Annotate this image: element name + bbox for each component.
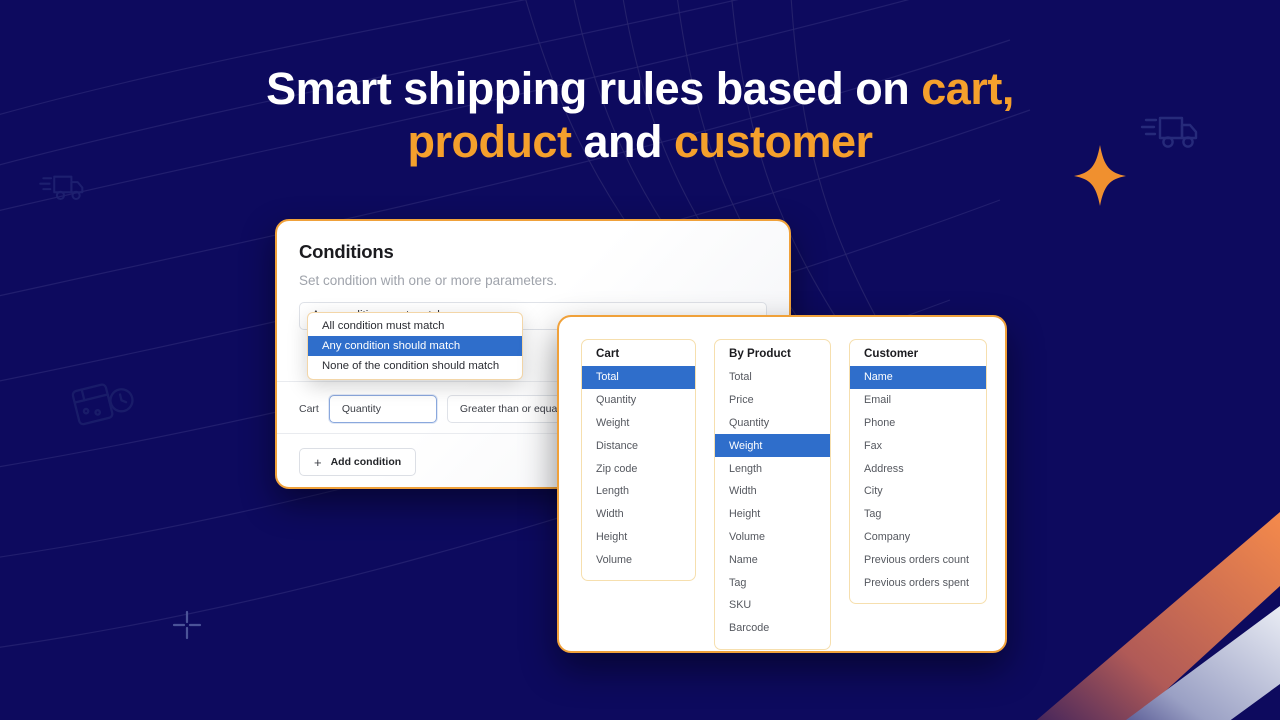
conditions-subtitle: Set condition with one or more parameter… <box>299 273 558 288</box>
parameter-item-9[interactable]: Previous orders spent <box>850 571 986 594</box>
diagonal-stripes <box>1036 512 1280 720</box>
parameter-item-5[interactable]: Width <box>715 480 830 503</box>
parameter-item-2[interactable]: Weight <box>582 412 695 435</box>
headline-accent-cart: cart, <box>921 63 1014 114</box>
package-box-icon <box>71 383 134 426</box>
plus-icon: + <box>314 454 322 470</box>
parameter-item-9[interactable]: Tag <box>715 571 830 594</box>
parameter-item-7[interactable]: Company <box>850 526 986 549</box>
headline-accent-customer: customer <box>673 116 873 168</box>
parameter-item-1[interactable]: Price <box>715 389 830 412</box>
parameter-item-0[interactable]: Total <box>715 366 830 389</box>
parameter-item-2[interactable]: Phone <box>850 412 986 435</box>
parameter-item-10[interactable]: SKU <box>715 594 830 617</box>
parameter-item-3[interactable]: Distance <box>582 434 695 457</box>
parameter-item-5[interactable]: City <box>850 480 986 503</box>
rule-scope-label: Cart <box>299 403 319 415</box>
parameter-column-title: Cart <box>596 347 620 360</box>
rule-parameter-input[interactable]: Quantity <box>328 395 437 423</box>
parameter-item-0[interactable]: Total <box>582 366 695 389</box>
parameter-item-7[interactable]: Volume <box>715 526 830 549</box>
headline-line-1: Smart shipping rules based on cart, <box>266 63 1014 114</box>
parameter-item-11[interactable]: Barcode <box>715 617 830 640</box>
conditions-title: Conditions <box>299 241 394 262</box>
match-option-1[interactable]: Any condition should match <box>308 336 522 356</box>
condition-rule-row: Cart Quantity Greater than or equals <box>299 395 597 423</box>
parameter-item-3[interactable]: Weight <box>715 434 830 458</box>
parameter-item-6[interactable]: Height <box>715 503 830 526</box>
headline-accent-product: product <box>407 116 572 168</box>
plus-marker-icon <box>172 610 202 640</box>
parameter-item-2[interactable]: Quantity <box>715 412 830 435</box>
parameter-item-4[interactable]: Length <box>715 457 830 480</box>
parameter-column-cart: Cart Total Quantity Weight Distance Zip code L… <box>581 339 696 582</box>
parameter-column-customer: Customer Name Email Phone Fax Address City Tag C… <box>849 339 987 604</box>
match-option-0[interactable]: All condition must match <box>308 316 522 336</box>
parameters-panel: Cart Total Quantity Weight Distance Zip code L… <box>557 315 1007 653</box>
headline-line-2: product and customer <box>407 116 873 168</box>
parameter-item-4[interactable]: Address <box>850 457 986 480</box>
add-condition-label: Add condition <box>330 456 402 468</box>
parameter-item-8[interactable]: Name <box>715 548 830 571</box>
parameter-column-by-product: By Product Total Price Quantity Weight Length… <box>714 339 831 650</box>
parameter-item-3[interactable]: Fax <box>850 434 986 457</box>
parameter-column-title: By Product <box>729 347 791 360</box>
page-headline: Smart shipping rules based on cart, prod… <box>0 62 1280 168</box>
parameter-item-0[interactable]: Name <box>850 366 986 389</box>
headline-plain-1: Smart shipping rules based on <box>266 63 922 114</box>
parameter-item-1[interactable]: Email <box>850 389 986 412</box>
parameter-item-8[interactable]: Volume <box>582 548 695 571</box>
parameter-item-8[interactable]: Previous orders count <box>850 548 986 571</box>
parameter-column-title: Customer <box>864 347 919 360</box>
parameter-item-5[interactable]: Length <box>582 480 695 503</box>
match-mode-dropdown[interactable]: All condition must match Any condition sh… <box>307 312 523 380</box>
delivery-truck-icon-left <box>39 175 84 201</box>
match-option-2[interactable]: None of the condition should match <box>308 356 522 376</box>
parameter-item-1[interactable]: Quantity <box>582 389 695 412</box>
add-condition-button[interactable]: + Add condition <box>299 448 417 476</box>
headline-plain-2: and <box>571 116 674 168</box>
parameter-item-6[interactable]: Width <box>582 503 695 526</box>
parameter-item-7[interactable]: Height <box>582 526 695 549</box>
parameter-item-4[interactable]: Zip code <box>582 457 695 480</box>
parameter-item-6[interactable]: Tag <box>850 503 986 526</box>
